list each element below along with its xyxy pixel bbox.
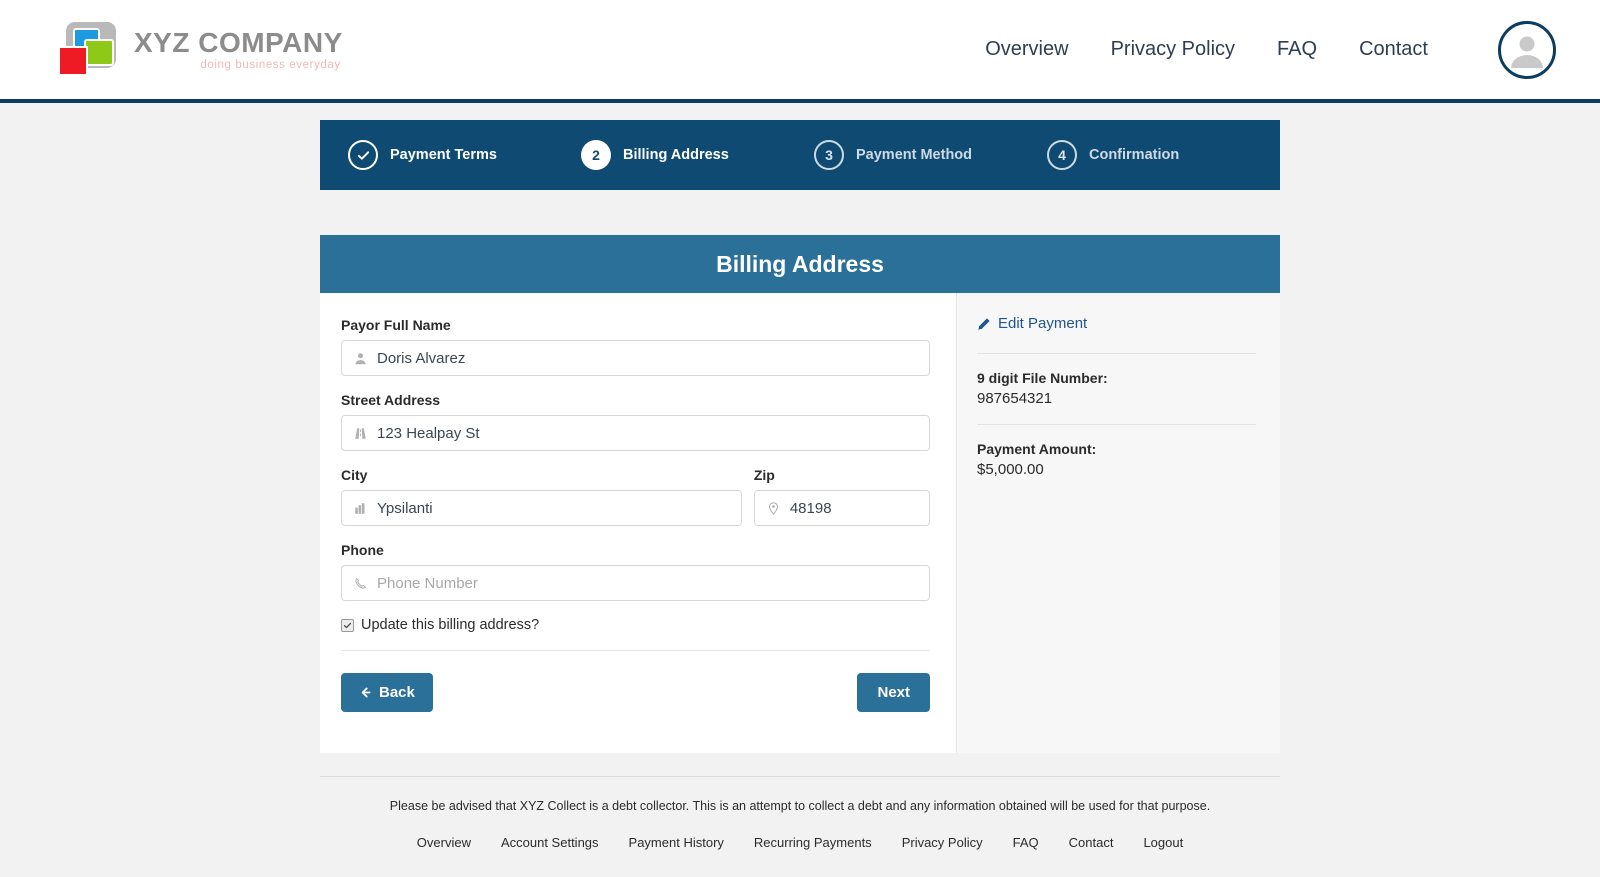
footer-link-account-settings[interactable]: Account Settings: [501, 835, 599, 850]
city-input[interactable]: [377, 499, 731, 517]
zip-input-wrap[interactable]: [753, 490, 930, 526]
brand-tagline: doing business everyday: [200, 59, 341, 72]
site-footer: Please be advised that XYZ Collect is a …: [320, 776, 1280, 850]
step-badge-check: [348, 140, 378, 170]
step-label-payment-terms: Payment Terms: [390, 147, 497, 163]
file-number-value: 987654321: [977, 389, 1053, 407]
footer-link-privacy-policy[interactable]: Privacy Policy: [902, 835, 983, 850]
footer-link-recurring-payments[interactable]: Recurring Payments: [754, 835, 872, 850]
check-icon: [357, 150, 369, 160]
card-title: Billing Address: [320, 235, 1280, 293]
footer-link-overview[interactable]: Overview: [417, 835, 471, 850]
street-address-input[interactable]: [377, 424, 919, 442]
step-confirmation[interactable]: 4 Confirmation: [1047, 140, 1280, 170]
back-button-label: Back: [379, 684, 415, 701]
billing-address-card: Billing Address Payor Full Name Doris Al…: [320, 235, 1280, 753]
payment-amount-value: $5,000.00: [977, 460, 1044, 478]
payment-amount-label: Payment Amount:: [977, 440, 1097, 457]
update-billing-address-label: Update this billing address?: [361, 617, 540, 633]
zip-input[interactable]: [789, 499, 919, 517]
footer-link-contact[interactable]: Contact: [1069, 835, 1114, 850]
form-actions: Back Next: [341, 651, 930, 742]
update-billing-address-row[interactable]: Update this billing address?: [341, 617, 930, 651]
road-icon: [352, 427, 369, 440]
footer-link-faq[interactable]: FAQ: [1013, 835, 1039, 850]
brand-name: XYZ COMPANY: [134, 26, 343, 58]
payment-summary-pane: Edit Payment 9 digit File Number: 987654…: [956, 293, 1280, 753]
brand-logo[interactable]: XYZ COMPANY doing business everyday: [56, 20, 343, 80]
main-nav: Overview Privacy Policy FAQ Contact: [985, 20, 1556, 79]
pencil-icon: [978, 317, 990, 330]
footer-link-payment-history[interactable]: Payment History: [629, 835, 724, 850]
phone-input[interactable]: [377, 574, 919, 592]
nav-item-overview[interactable]: Overview: [985, 38, 1068, 61]
label-city: City: [341, 467, 368, 483]
nav-item-contact[interactable]: Contact: [1359, 38, 1428, 61]
city-input-wrap[interactable]: [341, 490, 742, 526]
checkmark-icon: [343, 622, 352, 628]
update-billing-address-checkbox[interactable]: [341, 618, 354, 632]
map-pin-icon: [765, 501, 782, 515]
site-header: XYZ COMPANY doing business everyday Over…: [0, 0, 1600, 103]
user-avatar-icon[interactable]: [1498, 20, 1556, 79]
step-label-confirmation: Confirmation: [1089, 147, 1180, 163]
footer-links: Overview Account Settings Payment Histor…: [320, 835, 1280, 850]
next-button-label: Next: [877, 684, 910, 701]
arrow-left-icon: [361, 687, 371, 698]
street-input-wrap[interactable]: [341, 415, 930, 451]
step-label-billing-address: Billing Address: [623, 147, 729, 163]
nav-item-faq[interactable]: FAQ: [1277, 38, 1317, 61]
field-city: City: [341, 467, 742, 526]
step-label-payment-method: Payment Method: [856, 147, 973, 163]
nav-item-privacy-policy[interactable]: Privacy Policy: [1111, 38, 1235, 61]
file-number-label: 9 digit File Number:: [977, 369, 1108, 386]
step-badge-2: 2: [581, 140, 611, 170]
step-billing-address[interactable]: 2 Billing Address: [581, 140, 814, 170]
step-progress-bar: Payment Terms 2 Billing Address 3 Paymen…: [320, 120, 1280, 190]
page-body: Payment Terms 2 Billing Address 3 Paymen…: [0, 103, 1600, 850]
step-badge-3: 3: [814, 140, 844, 170]
field-street-address: Street Address: [341, 392, 930, 451]
next-button[interactable]: Next: [857, 673, 930, 712]
label-street-address: Street Address: [341, 392, 441, 408]
step-payment-method[interactable]: 3 Payment Method: [814, 140, 1047, 170]
field-payor-full-name: Payor Full Name: [341, 317, 930, 376]
sidebar-divider-2: [977, 423, 1256, 425]
back-button[interactable]: Back: [341, 673, 433, 712]
edit-payment-link[interactable]: Edit Payment: [977, 315, 1087, 332]
label-payor-full-name: Payor Full Name: [341, 317, 451, 333]
sidebar-divider-1: [977, 352, 1256, 354]
billing-form: Payor Full Name Street Address: [320, 293, 956, 753]
footer-link-logout[interactable]: Logout: [1143, 835, 1183, 850]
field-zip: Zip: [753, 467, 930, 526]
label-zip: Zip: [753, 467, 775, 483]
edit-payment-label: Edit Payment: [998, 315, 1088, 332]
city-icon: [352, 502, 369, 515]
user-icon: [352, 352, 369, 365]
step-badge-4: 4: [1047, 140, 1077, 170]
footer-disclaimer: Please be advised that XYZ Collect is a …: [389, 799, 1211, 813]
company-logo-icon: [56, 20, 120, 80]
step-payment-terms[interactable]: Payment Terms: [348, 140, 581, 170]
phone-icon: [352, 577, 369, 590]
phone-input-wrap[interactable]: [341, 565, 930, 601]
label-phone: Phone: [341, 542, 384, 558]
field-phone: Phone: [341, 542, 930, 601]
payor-input-wrap[interactable]: [341, 340, 930, 376]
payor-full-name-input[interactable]: [377, 349, 919, 367]
